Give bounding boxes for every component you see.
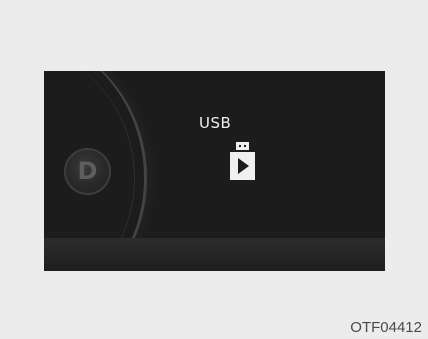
gear-indicator-knob: D [64,148,111,195]
display-screen: D USB [44,71,385,271]
usb-play-icon [230,142,255,180]
figure-frame: D USB OTF04412 [0,0,428,339]
screen-bottom-strip [44,238,385,271]
source-label: USB [199,114,232,132]
figure-caption: OTF04412 [350,319,422,336]
gear-indicator-letter: D [77,157,98,185]
